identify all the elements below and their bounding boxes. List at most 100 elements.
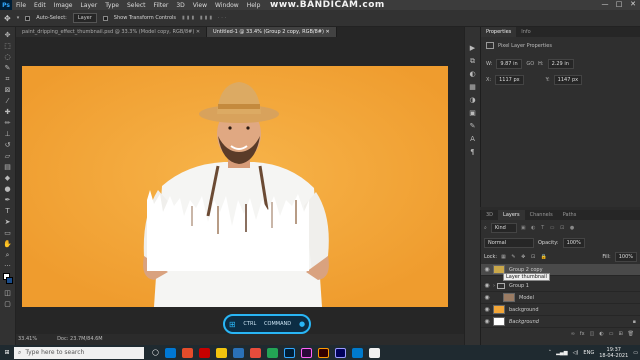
x-field[interactable]: 1117 px bbox=[495, 75, 524, 85]
tab-untitled-1[interactable]: Untitled-1 @ 33.4% (Group 2 copy, RGB/8#… bbox=[207, 27, 337, 37]
taskbar-app-notepad[interactable] bbox=[368, 347, 380, 358]
menu-select[interactable]: Select bbox=[123, 2, 150, 9]
stamp-icon[interactable]: ⊥ bbox=[3, 130, 13, 139]
taskbar-app-after-effects[interactable] bbox=[334, 347, 346, 358]
menu-window[interactable]: Window bbox=[211, 2, 243, 9]
menu-edit[interactable]: Edit bbox=[30, 2, 50, 9]
taskbar-search[interactable]: ⌕ Type here to search bbox=[14, 346, 144, 359]
eyedropper-icon[interactable]: ⁄ bbox=[3, 97, 13, 106]
taskbar-app-4[interactable] bbox=[215, 347, 227, 358]
crop-icon[interactable]: ⌗ bbox=[3, 75, 13, 84]
layer-thumbnail[interactable] bbox=[493, 317, 505, 326]
hand-icon[interactable]: ✋ bbox=[3, 240, 13, 249]
eye-icon[interactable]: ◉ bbox=[481, 282, 493, 289]
auto-select-checkbox[interactable] bbox=[25, 15, 31, 21]
layer-model[interactable]: ◉ Model bbox=[481, 292, 640, 304]
blur-icon[interactable]: ◆ bbox=[3, 174, 13, 183]
zoom-icon[interactable]: ⌕ bbox=[3, 251, 13, 260]
y-field[interactable]: 1147 px bbox=[553, 75, 583, 85]
move-tool-icon[interactable]: ✥ bbox=[4, 14, 11, 23]
taskbar-app-5[interactable] bbox=[232, 347, 244, 358]
history-icon[interactable]: ⧉ bbox=[468, 56, 478, 66]
brush-icon[interactable]: ✏ bbox=[3, 119, 13, 128]
volume-icon[interactable]: ◁) bbox=[573, 350, 579, 356]
tab-properties[interactable]: Properties bbox=[481, 27, 517, 37]
auto-select-dropdown[interactable]: Layer bbox=[72, 13, 97, 23]
type-icon[interactable]: T bbox=[3, 207, 13, 216]
blend-mode-dropdown[interactable]: Normal bbox=[484, 238, 534, 248]
taskbar-app-1[interactable] bbox=[164, 347, 176, 358]
taskbar-app-6[interactable] bbox=[249, 347, 261, 358]
shape-icon[interactable]: ▭ bbox=[3, 229, 13, 238]
menu-image[interactable]: Image bbox=[50, 2, 77, 9]
more-tools-icon[interactable]: ··· bbox=[3, 262, 13, 271]
adjustment-icon[interactable]: ◐ bbox=[599, 331, 603, 337]
opacity-field[interactable]: 100% bbox=[562, 238, 585, 248]
eye-icon[interactable]: ◉ bbox=[481, 294, 493, 301]
menu-3d[interactable]: 3D bbox=[172, 2, 188, 9]
task-view-icon[interactable]: ◯ bbox=[152, 349, 159, 356]
frame-icon[interactable]: ⊠ bbox=[3, 86, 13, 95]
tab-info[interactable]: Info bbox=[516, 27, 535, 37]
swatches-icon[interactable]: ▦ bbox=[468, 82, 478, 92]
taskbar-app-vscode[interactable] bbox=[351, 347, 363, 358]
new-layer-icon[interactable]: ⊞ bbox=[618, 331, 622, 337]
libraries-icon[interactable]: ▣ bbox=[468, 108, 478, 118]
paragraph-icon[interactable]: ¶ bbox=[468, 147, 478, 157]
zoom-level[interactable]: 33.41% bbox=[18, 336, 37, 342]
layer-background-color[interactable]: ◉ background bbox=[481, 304, 640, 316]
height-field[interactable]: 2.29 in bbox=[547, 59, 574, 69]
tab-3d[interactable]: 3D bbox=[481, 210, 498, 220]
network-icon[interactable]: ▂▄▆ bbox=[556, 350, 568, 356]
close-button[interactable]: ✕ bbox=[626, 0, 640, 8]
menu-filter[interactable]: Filter bbox=[150, 2, 173, 9]
history-brush-icon[interactable]: ↺ bbox=[3, 141, 13, 150]
lock-icons[interactable]: ▦ ✎ ✥ ⊡ 🔒 bbox=[501, 254, 549, 260]
tool-preset-dropdown[interactable]: ▾ bbox=[17, 15, 20, 21]
layer-group-1[interactable]: ◉ › Group 1 bbox=[481, 280, 640, 292]
lasso-icon[interactable]: ◌ bbox=[3, 53, 13, 62]
taskbar-app-7[interactable] bbox=[266, 347, 278, 358]
color-swatches[interactable] bbox=[2, 273, 13, 287]
marquee-icon[interactable]: ⬚ bbox=[3, 42, 13, 51]
layer-thumbnail[interactable] bbox=[493, 305, 505, 314]
brush-settings-icon[interactable]: ✎ bbox=[468, 121, 478, 131]
screen-mode-icon[interactable]: ▢ bbox=[3, 300, 13, 309]
menu-help[interactable]: Help bbox=[243, 2, 265, 9]
minimize-button[interactable]: — bbox=[598, 0, 612, 8]
width-field[interactable]: 9.87 in bbox=[496, 59, 523, 69]
eye-icon[interactable]: ◉ bbox=[481, 306, 493, 313]
taskbar-app-3[interactable] bbox=[198, 347, 210, 358]
tab-paint-dripping[interactable]: paint_dripping_effect_thumbnail.psd @ 33… bbox=[16, 27, 208, 37]
link-icon[interactable]: GO bbox=[526, 61, 534, 67]
move-icon[interactable]: ✥ bbox=[3, 31, 13, 40]
link-layers-icon[interactable]: ∞ bbox=[571, 331, 575, 337]
taskbar-app-2[interactable] bbox=[181, 347, 193, 358]
quick-mask-icon[interactable]: ◫ bbox=[3, 289, 13, 298]
menu-file[interactable]: File bbox=[12, 2, 30, 9]
dodge-icon[interactable]: ● bbox=[3, 185, 13, 194]
tab-layers[interactable]: Layers bbox=[498, 210, 525, 220]
trash-icon[interactable]: 🗑 bbox=[628, 331, 634, 337]
mask-icon[interactable]: ◫ bbox=[590, 331, 595, 337]
menu-layer[interactable]: Layer bbox=[76, 2, 101, 9]
quick-select-icon[interactable]: ✎ bbox=[3, 64, 13, 73]
pen-icon[interactable]: ✒ bbox=[3, 196, 13, 205]
eye-icon[interactable]: ◉ bbox=[481, 266, 493, 273]
color-wheel-icon[interactable]: ◐ bbox=[468, 69, 478, 79]
maximize-button[interactable]: □ bbox=[612, 0, 626, 8]
adjustments-icon[interactable]: ◑ bbox=[468, 95, 478, 105]
gradient-icon[interactable]: ▤ bbox=[3, 163, 13, 172]
play-icon[interactable]: ▶ bbox=[468, 43, 478, 53]
layer-thumbnail[interactable] bbox=[503, 293, 515, 302]
eraser-icon[interactable]: ▱ bbox=[3, 152, 13, 161]
kind-dropdown[interactable]: Kind bbox=[490, 223, 517, 233]
fill-field[interactable]: 100% bbox=[614, 252, 637, 262]
eye-icon[interactable]: ◉ bbox=[481, 318, 493, 325]
language-indicator[interactable]: ENG bbox=[583, 350, 594, 356]
notification-icon[interactable]: ▭ bbox=[633, 350, 638, 356]
tray-chevron-icon[interactable]: ˄ bbox=[549, 350, 552, 356]
align-icons[interactable]: ▮▮▮ ▮▮▮ ··· bbox=[182, 15, 228, 21]
healing-icon[interactable]: ✚ bbox=[3, 108, 13, 117]
windows-start-icon[interactable]: ⊞ bbox=[0, 345, 14, 360]
